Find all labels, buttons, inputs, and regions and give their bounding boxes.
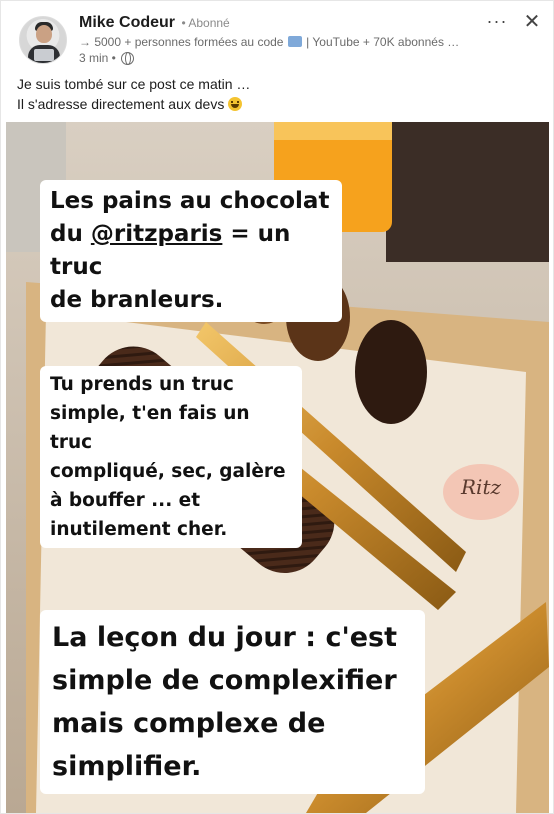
avatar[interactable]	[19, 16, 67, 64]
caption-3: La leçon du jour : c'est simple de compl…	[40, 610, 425, 794]
post-image[interactable]: Ritz Les pains au chocolat du @ritzparis…	[6, 122, 549, 813]
caption-2: Tu prends un truc simple, t'en fais un t…	[40, 366, 302, 548]
author-headline: → 5000 + personnes formées au code | You…	[79, 35, 460, 49]
post-header: Mike Codeur • Abonné → 5000 + personnes …	[1, 1, 554, 71]
author-name[interactable]: Mike Codeur	[79, 14, 175, 31]
ritzparis-handle[interactable]: @ritzparis	[91, 221, 223, 247]
post-text: Je suis tombé sur ce post ce matin … Il …	[17, 74, 537, 114]
laptop-emoji-icon	[287, 36, 302, 47]
globe-icon	[121, 52, 135, 65]
post-meta: 3 min •	[79, 51, 135, 65]
more-icon[interactable]: ···	[485, 11, 509, 31]
author-line: Mike Codeur • Abonné	[79, 14, 230, 32]
post-time: 3 min •	[79, 51, 116, 65]
post-text-line-1: Je suis tombé sur ce post ce matin …	[17, 76, 251, 92]
linkedin-post-card: Mike Codeur • Abonné → 5000 + personnes …	[0, 0, 554, 814]
caption-1: Les pains au chocolat du @ritzparis = un…	[40, 180, 342, 322]
post-text-line-2: Il s'adresse directement aux devs	[17, 94, 537, 114]
smile-emoji-icon	[228, 97, 243, 111]
follow-status: • Abonné	[181, 16, 230, 30]
close-icon[interactable]: ✕	[521, 11, 543, 33]
plate-script-text: Ritz	[460, 475, 501, 499]
